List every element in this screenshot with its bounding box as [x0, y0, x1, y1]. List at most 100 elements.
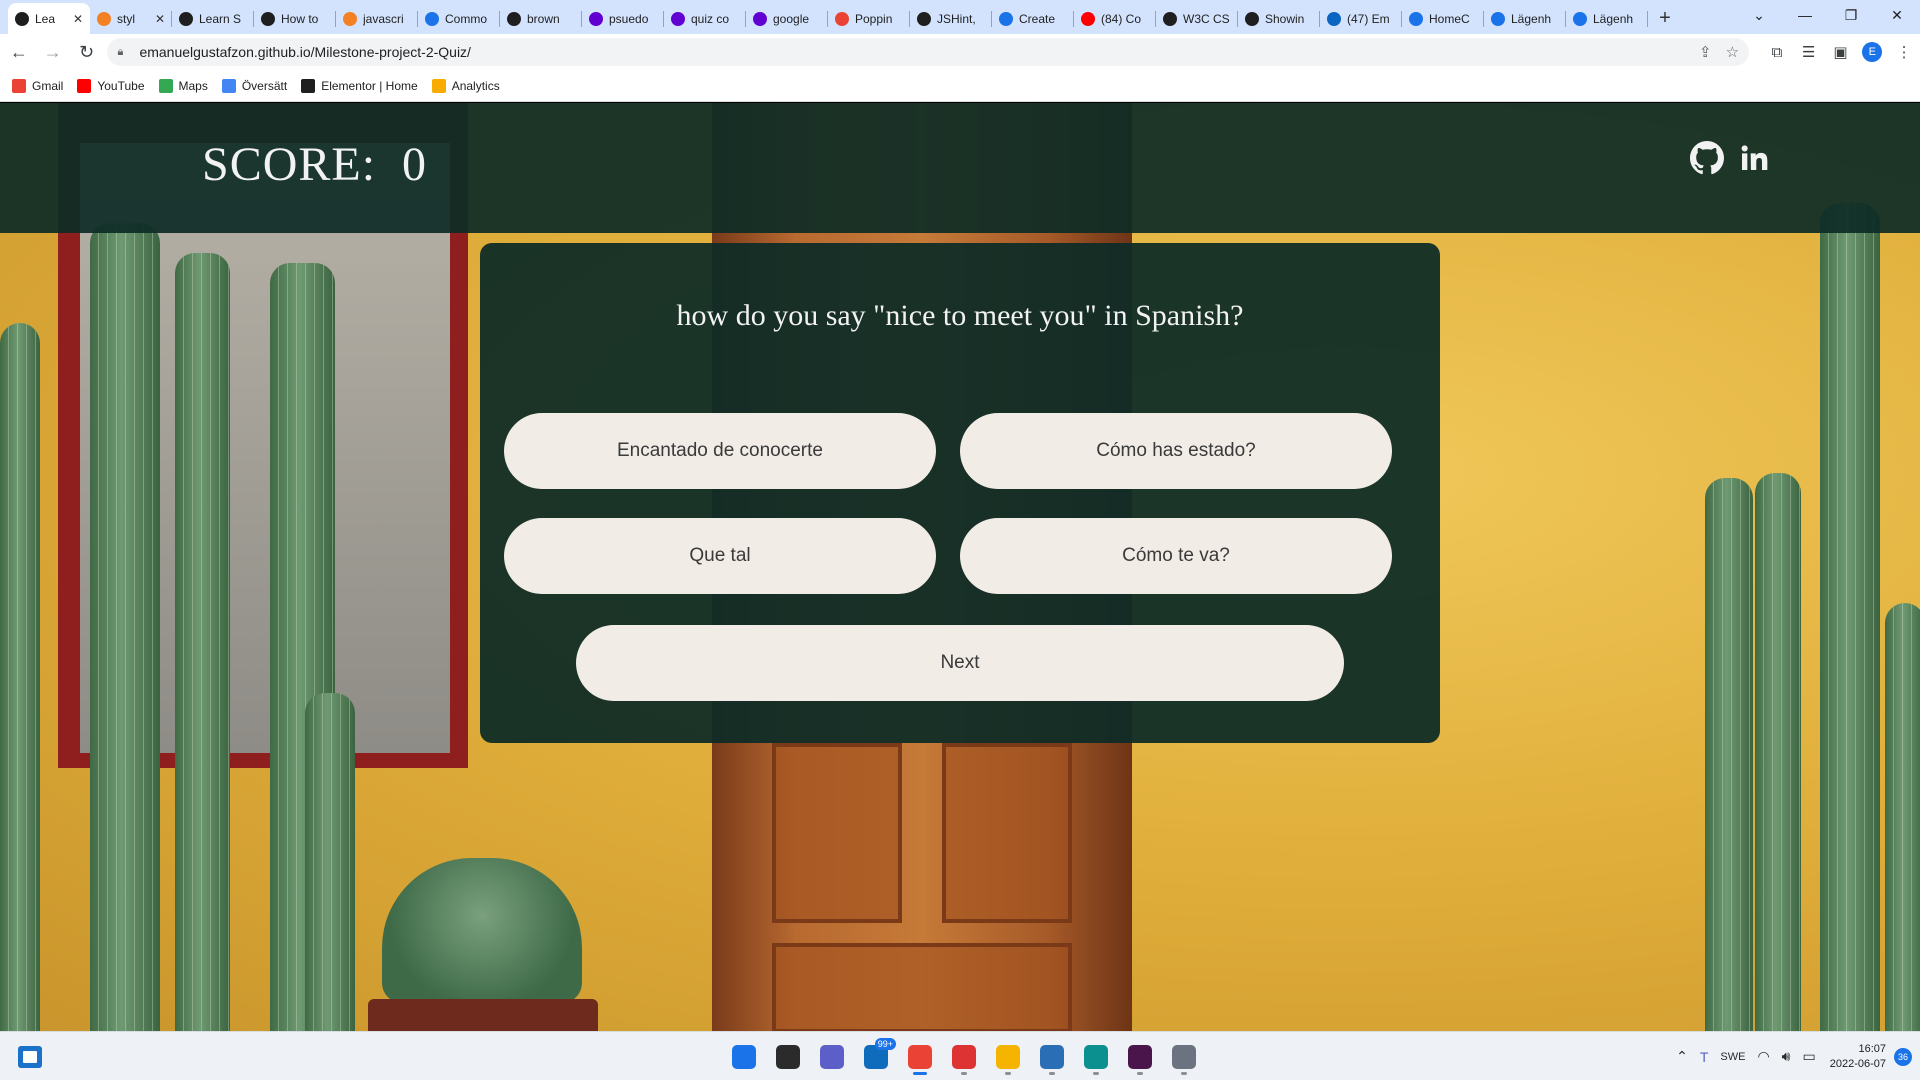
- teams-icon[interactable]: T: [1700, 1049, 1709, 1065]
- browser-tab[interactable]: javascri: [336, 3, 418, 34]
- taskbar: 99+ ⌃ T SWE ◠ 🔊︎ ▭ 16:07 2022-06-07 36: [0, 1031, 1920, 1080]
- bookmark-label: Maps: [178, 78, 208, 93]
- bookmark-item[interactable]: Gmail: [12, 78, 63, 93]
- taskbar-app[interactable]: [898, 1038, 942, 1076]
- youtube-icon: [77, 78, 92, 93]
- bookmark-star-icon[interactable]: ☆: [1726, 43, 1739, 61]
- answer-button-1[interactable]: Encantado de conocerte: [504, 413, 936, 489]
- browser-tab[interactable]: (84) Co: [1074, 3, 1156, 34]
- linkedin-icon[interactable]: [1738, 142, 1770, 174]
- slack-icon: [1128, 1045, 1152, 1069]
- browser-tab[interactable]: (47) Em: [1320, 3, 1402, 34]
- url-text[interactable]: emanuelgustafzon.github.io/Milestone-pro…: [139, 44, 1685, 60]
- browser-tab[interactable]: brown: [500, 3, 582, 34]
- site-header: SCORE: 0: [0, 103, 1920, 233]
- chevron-up-icon[interactable]: ⌃: [1676, 1048, 1688, 1065]
- taskbar-app[interactable]: [722, 1038, 766, 1076]
- tab-label: W3C CS: [1183, 11, 1230, 26]
- browser-tab[interactable]: HomeC: [1402, 3, 1484, 34]
- bookmark-item[interactable]: Analytics: [431, 78, 500, 93]
- browser-tab[interactable]: W3C CS: [1156, 3, 1238, 34]
- q-icon: [1409, 11, 1423, 26]
- clock-date: 2022-06-07: [1829, 1057, 1886, 1070]
- bookmark-label: YouTube: [97, 78, 145, 93]
- browser-tab[interactable]: styl ✕: [90, 3, 172, 34]
- answer-button-3[interactable]: Que tal: [504, 518, 936, 594]
- taskbar-app[interactable]: [766, 1038, 810, 1076]
- bookmark-item[interactable]: YouTube: [77, 78, 145, 93]
- minimize-icon[interactable]: —: [1782, 0, 1828, 30]
- widgets-icon[interactable]: [18, 1046, 42, 1068]
- menu-icon[interactable]: ⋮: [1888, 37, 1920, 67]
- answer-button-2[interactable]: Cómo has estado?: [960, 413, 1392, 489]
- gift-icon: [952, 1045, 976, 1069]
- lock-icon[interactable]: 🔒︎: [117, 46, 133, 59]
- quiz-card: how do you say "nice to meet you" in Spa…: [480, 243, 1440, 743]
- close-tab-icon[interactable]: ✕: [155, 12, 165, 26]
- browser-tab[interactable]: Lea ✕: [8, 3, 90, 34]
- battery-icon[interactable]: ▭: [1802, 1048, 1815, 1065]
- taskbar-app[interactable]: [1162, 1038, 1206, 1076]
- notification-badge[interactable]: 36: [1894, 1047, 1912, 1066]
- reading-list-icon[interactable]: ☰: [1793, 37, 1825, 67]
- browser-tab[interactable]: Poppin: [828, 3, 910, 34]
- restore-icon[interactable]: ❐: [1828, 0, 1874, 30]
- browser-tab[interactable]: JSHint,: [910, 3, 992, 34]
- browser-tab[interactable]: Lägenh: [1566, 3, 1648, 34]
- maps-icon: [158, 78, 173, 93]
- side-panel-icon[interactable]: ▣: [1825, 37, 1857, 67]
- address-bar[interactable]: 🔒︎ emanuelgustafzon.github.io/Milestone-…: [107, 38, 1750, 66]
- edge-icon: [1084, 1045, 1108, 1069]
- score-label: SCORE:: [202, 138, 377, 191]
- running-indicator: [1005, 1072, 1011, 1075]
- github-icon[interactable]: [1690, 141, 1724, 175]
- bookmark-label: Översätt: [241, 78, 288, 93]
- close-tab-icon[interactable]: ✕: [73, 12, 83, 26]
- new-tab-button[interactable]: +: [1648, 3, 1682, 34]
- tab-label: Poppin: [855, 11, 893, 26]
- wifi-icon[interactable]: ◠: [1757, 1048, 1769, 1065]
- tab-label: (84) Co: [1101, 11, 1142, 26]
- next-button[interactable]: Next: [576, 625, 1344, 701]
- browser-tab[interactable]: google: [746, 3, 828, 34]
- tab-label: styl: [117, 11, 135, 26]
- browser-tab[interactable]: Commo: [418, 3, 500, 34]
- forward-icon[interactable]: →: [38, 37, 68, 67]
- browser-tab[interactable]: Learn S: [172, 3, 254, 34]
- browser-tab[interactable]: psuedo: [582, 3, 664, 34]
- tab-label: How to: [281, 11, 319, 26]
- running-indicator: [961, 1072, 967, 1075]
- share-icon[interactable]: ⇪: [1699, 43, 1712, 61]
- taskbar-app[interactable]: [986, 1038, 1030, 1076]
- file-explorer-icon: [996, 1045, 1020, 1069]
- w3c-icon: [1163, 11, 1177, 26]
- bookmark-item[interactable]: Maps: [158, 78, 208, 93]
- bookmark-item[interactable]: Översätt: [221, 78, 288, 93]
- extensions-icon[interactable]: ⧉: [1761, 37, 1793, 67]
- volume-icon[interactable]: 🔊︎: [1782, 1048, 1791, 1065]
- bookmark-label: Analytics: [451, 78, 500, 93]
- tab-label: google: [773, 11, 810, 26]
- bookmark-item[interactable]: Elementor | Home: [301, 78, 418, 93]
- clock[interactable]: 16:07 2022-06-07: [1830, 1042, 1886, 1072]
- answer-button-4[interactable]: Cómo te va?: [960, 518, 1392, 594]
- taskbar-app[interactable]: [942, 1038, 986, 1076]
- taskbar-app[interactable]: [1030, 1038, 1074, 1076]
- browser-tab[interactable]: Create: [992, 3, 1074, 34]
- profile-button[interactable]: E: [1856, 37, 1888, 67]
- back-icon[interactable]: ←: [4, 37, 34, 67]
- avatar[interactable]: E: [1862, 42, 1883, 62]
- reload-icon[interactable]: ↻: [72, 37, 102, 67]
- taskbar-app[interactable]: [1074, 1038, 1118, 1076]
- browser-tab[interactable]: quiz co: [664, 3, 746, 34]
- browser-tab[interactable]: Lägenh: [1484, 3, 1566, 34]
- taskbar-app[interactable]: 99+: [854, 1038, 898, 1076]
- close-window-icon[interactable]: ✕: [1874, 0, 1920, 30]
- language-indicator[interactable]: SWE: [1720, 1051, 1745, 1063]
- tab-search-icon[interactable]: ⌄: [1736, 0, 1782, 30]
- taskbar-app[interactable]: [1118, 1038, 1162, 1076]
- browser-tab[interactable]: Showin: [1238, 3, 1320, 34]
- taskbar-app[interactable]: [810, 1038, 854, 1076]
- system-tray: ⌃ T SWE ◠ 🔊︎ ▭ 16:07 2022-06-07 36: [1664, 1032, 1920, 1080]
- browser-tab[interactable]: How to: [254, 3, 336, 34]
